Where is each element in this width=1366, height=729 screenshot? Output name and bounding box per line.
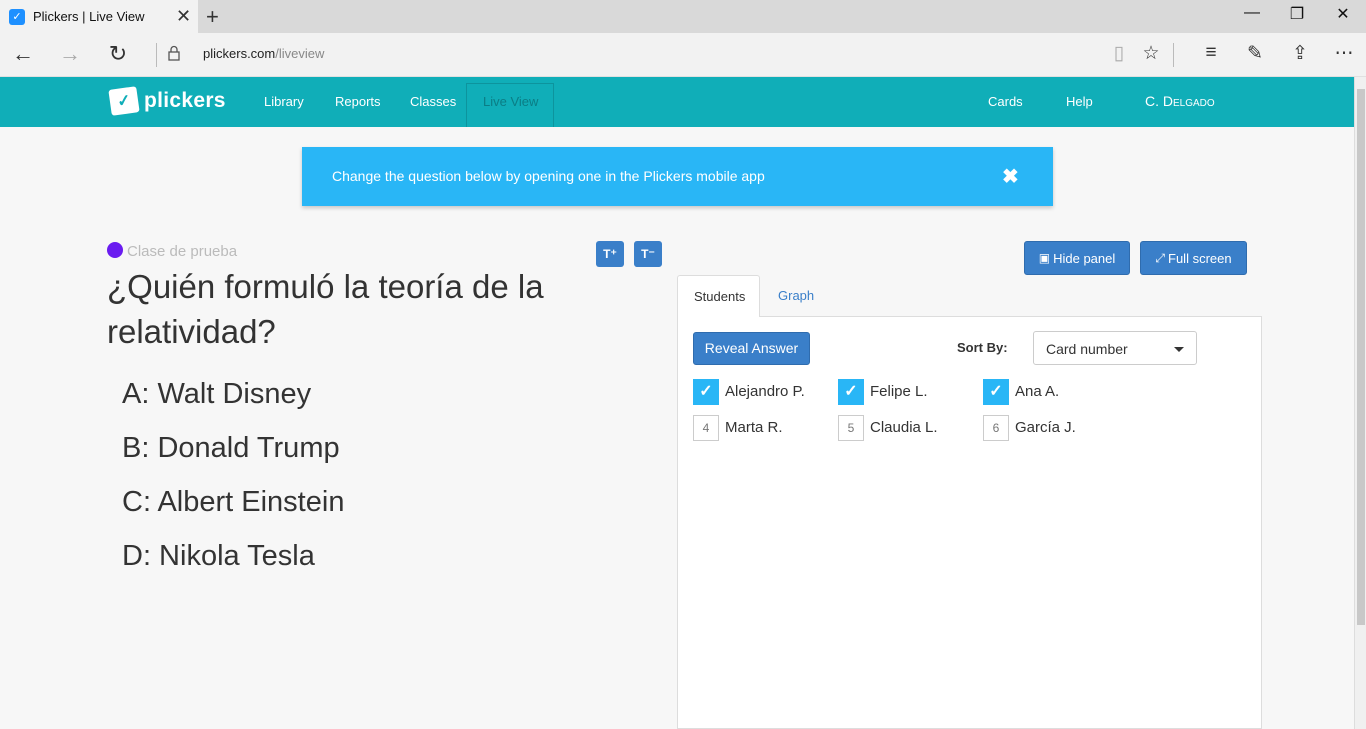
plickers-favicon-icon: ✓ — [9, 9, 25, 25]
restore-icon[interactable]: ❐ — [1274, 4, 1320, 24]
url-host: plickers.com — [203, 46, 276, 61]
student-name: Felipe L. — [870, 383, 928, 400]
answer-a: A: Walt Disney — [122, 378, 312, 410]
nav-help[interactable]: Help — [1066, 94, 1093, 109]
separator — [1173, 43, 1174, 67]
web-note-icon[interactable]: ✎ — [1240, 42, 1270, 65]
chevron-down-icon — [1174, 347, 1184, 352]
hide-panel-label: Hide panel — [1053, 250, 1116, 266]
class-name: Clase de prueba — [127, 243, 238, 260]
favorite-star-icon[interactable]: ☆ — [1136, 42, 1166, 65]
question-text: ¿Quién formuló la teoría de la relativid… — [107, 268, 544, 350]
separator — [156, 43, 157, 67]
tab-students[interactable]: Students — [677, 275, 760, 317]
share-icon[interactable]: ⇪ — [1285, 42, 1315, 65]
nav-library[interactable]: Library — [264, 94, 304, 109]
browser-tab[interactable]: ✓ Plickers | Live View ✕ — [0, 0, 198, 33]
card-number-badge: 4 — [693, 415, 719, 441]
increase-text-size-button[interactable]: T⁺ — [596, 241, 624, 267]
hub-icon[interactable]: ≡ — [1196, 42, 1226, 64]
tab-graph[interactable]: Graph — [778, 288, 814, 303]
reveal-answer-button[interactable]: Reveal Answer — [693, 332, 810, 365]
checkmark-icon: ✓ — [983, 379, 1009, 405]
forward-icon[interactable]: → — [55, 41, 85, 67]
nav-live-view[interactable]: Live View — [483, 94, 538, 109]
close-tab-icon[interactable]: ✕ — [176, 6, 191, 27]
card-number-badge: 5 — [838, 415, 864, 441]
url-field[interactable]: plickers.com/liveview — [203, 46, 324, 61]
play-square-icon: ▣ — [1038, 251, 1051, 265]
nav-cards[interactable]: Cards — [988, 94, 1023, 109]
sort-by-value: Card number — [1046, 341, 1128, 357]
class-color-dot — [107, 242, 123, 258]
app-nav-bar: ✓ plickers Library Reports Classes Live … — [0, 77, 1354, 127]
browser-tab-bar: ✓ Plickers | Live View ✕ + — ❐ ✕ — [0, 0, 1366, 33]
full-screen-label: Full screen — [1168, 250, 1232, 266]
url-path: /liveview — [275, 46, 325, 61]
nav-classes[interactable]: Classes — [410, 94, 456, 109]
close-window-icon[interactable]: ✕ — [1320, 4, 1366, 24]
checkmark-icon: ✓ — [693, 379, 719, 405]
new-tab-icon[interactable]: + — [206, 4, 219, 30]
address-bar: ← → ↻ plickers.com/liveview ▯ ☆ ≡ ✎ ⇪ ⋯ — [0, 33, 1366, 77]
checkmark-icon: ✓ — [838, 379, 864, 405]
reading-view-icon[interactable]: ▯ — [1104, 42, 1134, 65]
info-banner: Change the question below by opening one… — [302, 147, 1053, 206]
student-name: Claudia L. — [870, 419, 938, 436]
student-name: Marta R. — [725, 419, 783, 436]
minimize-icon[interactable]: — — [1229, 4, 1275, 22]
logo-text: plickers — [144, 89, 226, 112]
card-number-badge: 6 — [983, 415, 1009, 441]
refresh-icon[interactable]: ↻ — [103, 41, 133, 67]
answer-b: B: Donald Trump — [122, 432, 340, 464]
browser-tab-title: Plickers | Live View — [33, 9, 145, 24]
hide-panel-button[interactable]: ▣ Hide panel — [1024, 241, 1130, 275]
answer-d: D: Nikola Tesla — [122, 540, 315, 572]
student-name: García J. — [1015, 419, 1076, 436]
tab-students-label: Students — [694, 289, 746, 304]
banner-text: Change the question below by opening one… — [332, 168, 765, 184]
scrollbar-thumb[interactable] — [1357, 89, 1365, 625]
nav-reports[interactable]: Reports — [335, 94, 381, 109]
student-name: Alejandro P. — [725, 383, 805, 400]
close-icon[interactable]: ✖ — [1002, 164, 1019, 189]
sort-by-label: Sort By: — [957, 340, 1008, 355]
sort-by-select[interactable]: Card number — [1033, 331, 1197, 365]
student-name: Ana A. — [1015, 383, 1060, 400]
lock-icon — [168, 45, 180, 61]
students-panel — [677, 316, 1262, 729]
decrease-text-size-button[interactable]: T⁻ — [634, 241, 662, 267]
plickers-logo[interactable]: ✓ plickers — [108, 86, 226, 116]
back-icon[interactable]: ← — [8, 41, 38, 67]
page-scrollbar[interactable] — [1354, 77, 1366, 729]
plickers-logo-icon: ✓ — [108, 86, 140, 116]
expand-icon: ⤢ — [1155, 250, 1166, 265]
answer-c: C: Albert Einstein — [122, 486, 345, 518]
full-screen-button[interactable]: ⤢ Full screen — [1140, 241, 1247, 275]
nav-user-menu[interactable]: C. Delgado — [1145, 93, 1215, 109]
more-icon[interactable]: ⋯ — [1329, 42, 1359, 65]
